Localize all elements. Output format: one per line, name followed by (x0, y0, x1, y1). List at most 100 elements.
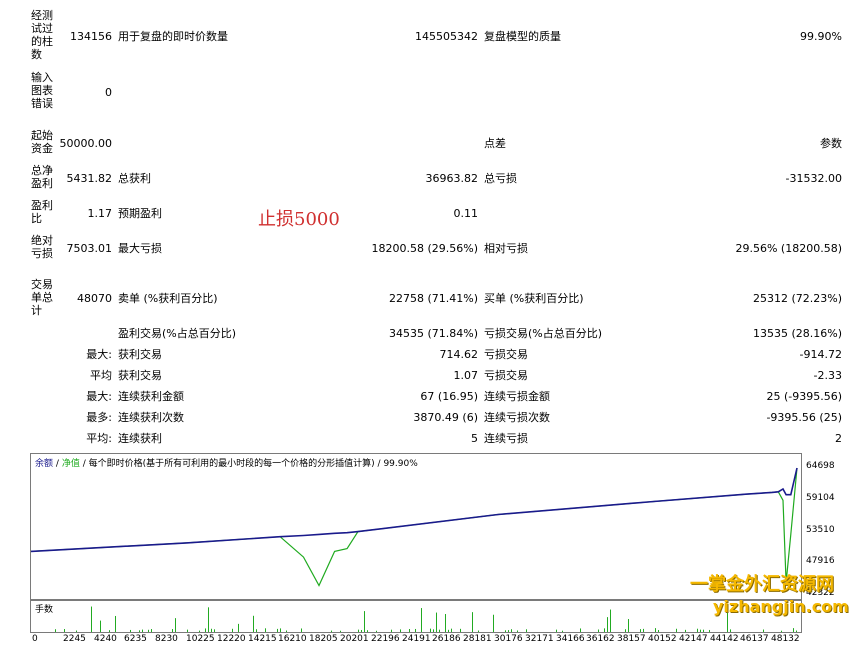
volume-bar (655, 628, 656, 632)
volume-bar (517, 630, 518, 632)
legend-model: 每个即时价格(基于所有可利用的最小时段的每一个价格的分形插值计算) (88, 459, 375, 469)
x-tick-label: 2245 (63, 634, 86, 644)
bars-tested-label: 经测试过的柱数 (31, 9, 53, 61)
volume-bar (685, 629, 686, 632)
volume-bar (151, 629, 152, 632)
volume-bar (556, 629, 557, 632)
x-tick-label: 20201 (340, 634, 369, 644)
volume-bar (391, 629, 392, 632)
legend-separator: / (377, 459, 381, 469)
x-tick-label: 28181 (463, 634, 492, 644)
y-tick-label: 53510 (806, 525, 835, 535)
volume-bar (340, 630, 341, 632)
ticks-value: 145505342 (415, 30, 478, 43)
maximal-cons-loss-label: 连续亏损次数 (484, 411, 550, 424)
volume-bar (640, 629, 641, 632)
volume-bar (214, 629, 215, 632)
legend-quality: 99.90% (383, 459, 418, 469)
volume-bar (562, 630, 563, 632)
largest-loss-value: -914.72 (799, 348, 842, 361)
volume-bar (598, 629, 599, 632)
max-consecutive-prefix: 最大: (86, 390, 112, 403)
volume-bar (436, 612, 437, 632)
legend-equity: 净值 (61, 459, 80, 469)
volume-bar (700, 629, 701, 632)
volume-bar (331, 630, 332, 632)
y-tick-label: 59104 (806, 493, 835, 503)
largest-profit-label: 获利交易 (118, 348, 162, 361)
avg-consecutive-wins-value: 5 (471, 432, 478, 445)
max-consecutive-wins-value: 67 (16.95) (420, 390, 478, 403)
x-tick-label: 30176 (494, 634, 523, 644)
loss-trades-value: 13535 (28.16%) (752, 327, 842, 340)
avg-consecutive-losses-label: 连续亏损 (484, 432, 528, 445)
volume-bar (208, 607, 209, 632)
volume-bar (505, 630, 506, 632)
x-tick-label: 10225 (186, 634, 215, 644)
short-positions-label: 卖单 (%获利百分比) (118, 292, 218, 305)
profit-factor-value: 1.17 (87, 207, 113, 220)
maximal-prefix: 最多: (86, 411, 112, 424)
legend-separator: / (82, 459, 86, 469)
volume-bar (607, 617, 608, 632)
volume-bar (478, 630, 479, 632)
volume-bar (451, 628, 452, 632)
gross-profit-label: 总获利 (118, 172, 151, 185)
x-tick-label: 14215 (248, 634, 277, 644)
x-tick-label: 40152 (648, 634, 677, 644)
profit-trades-value: 34535 (71.84%) (388, 327, 478, 340)
volume-bar (238, 623, 239, 632)
volume-bar (796, 630, 797, 632)
volume-bar (448, 629, 449, 632)
volume-bars (55, 606, 797, 632)
average-profit-label: 获利交易 (118, 369, 162, 382)
volume-bar (493, 614, 494, 632)
volume-bar (211, 628, 212, 632)
volume-bar (172, 629, 173, 632)
volume-bar (142, 629, 143, 632)
balance-chart: 余额 / 净值 / 每个即时价格(基于所有可利用的最小时段的每一个价格的分形插值… (30, 453, 802, 600)
max-consecutive-losses-label: 连续亏损金额 (484, 390, 550, 403)
average-profit-value: 1.07 (453, 369, 479, 382)
net-profit-value: 5431.82 (66, 172, 113, 185)
volume-bar (421, 608, 422, 632)
chart-errors-label: 输入图表错误 (31, 71, 53, 110)
chart-legend: 余额 / 净值 / 每个即时价格(基于所有可利用的最小时段的每一个价格的分形插值… (35, 456, 418, 469)
y-tick-label: 64698 (806, 461, 835, 471)
volume-bar (187, 629, 188, 632)
ticks-label: 用于复盘的即时价数量 (118, 30, 228, 43)
x-tick-label: 16210 (278, 634, 307, 644)
balance-line (30, 467, 798, 553)
largest-profit-value: 714.62 (439, 348, 479, 361)
expected-payoff-value: 0.11 (453, 207, 479, 220)
volume-bar (580, 628, 581, 632)
volume-bar (253, 615, 254, 632)
volume-bar (604, 628, 605, 632)
short-positions-value: 22758 (71.41%) (388, 292, 478, 305)
volume-bar (703, 629, 704, 632)
volume-bar (358, 629, 359, 632)
volume-bar (460, 628, 461, 632)
volume-bar (415, 628, 416, 632)
x-tick-label: 44142 (710, 634, 739, 644)
volume-bar (697, 628, 698, 632)
watermark-title: 一掌金外汇资源网 (690, 574, 834, 595)
legend-balance: 余额 (35, 459, 54, 469)
volume-label: 手数 (35, 605, 54, 615)
abs-drawdown-value: 7503.01 (66, 242, 113, 255)
volume-bar (430, 628, 431, 632)
volume-bar (91, 606, 92, 632)
x-tick-label: 26186 (432, 634, 461, 644)
volume-bar (658, 629, 659, 632)
spread-value: 参数 (820, 137, 842, 150)
volume-bar (793, 628, 794, 632)
largest-loss-label: 亏损交易 (484, 348, 528, 361)
volume-bar (628, 619, 629, 632)
volume-bar (472, 612, 473, 632)
volume-bar (763, 629, 764, 632)
x-tick-label: 38157 (617, 634, 646, 644)
gross-profit-value: 36963.82 (425, 172, 479, 185)
average-loss-value: -2.33 (813, 369, 842, 382)
x-tick-label: 48132 (771, 634, 800, 644)
volume-bar (148, 629, 149, 632)
